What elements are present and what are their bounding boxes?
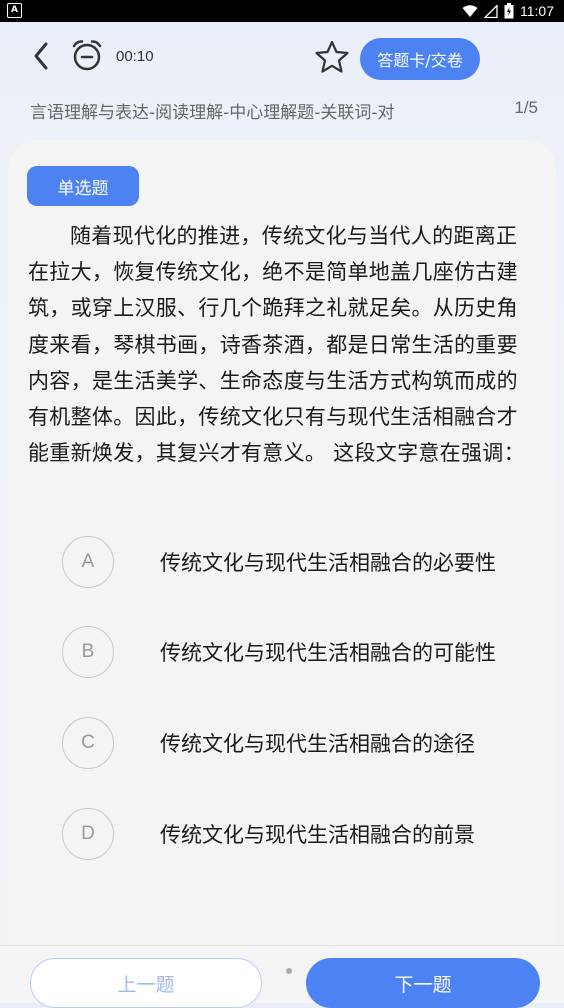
status-bar: A 11:07 <box>0 0 564 22</box>
option-b[interactable]: B 传统文化与现代生活相融合的可能性 <box>62 622 542 682</box>
page-indicator-dot <box>286 968 292 974</box>
app-notification-icon: A <box>7 3 22 18</box>
question-card: 单选题 随着现代化的推进，传统文化与当代人的距离正在拉大，恢复传统文化，绝不是简… <box>8 140 556 945</box>
back-button[interactable] <box>26 36 60 76</box>
option-letter: A <box>62 536 114 588</box>
status-icons: 11:07 <box>462 0 554 22</box>
question-category: 言语理解与表达-阅读理解-中心理解题-关联词-对 <box>30 103 395 123</box>
option-d[interactable]: D 传统文化与现代生活相融合的前景 <box>62 804 542 864</box>
option-text: 传统文化与现代生活相融合的必要性 <box>160 551 496 575</box>
star-icon <box>315 40 349 73</box>
option-text: 传统文化与现代生活相融合的前景 <box>160 823 475 847</box>
option-text: 传统文化与现代生活相融合的可能性 <box>160 641 496 665</box>
option-text: 传统文化与现代生活相融合的途径 <box>160 732 475 756</box>
alarm-clock-icon[interactable] <box>70 38 104 72</box>
favorite-button[interactable] <box>314 40 350 74</box>
navigation-footer: 上一题 下一题 <box>0 945 564 1008</box>
next-question-button[interactable]: 下一题 <box>306 958 540 1008</box>
question-progress: 1/5 <box>514 98 538 117</box>
chevron-left-icon <box>34 42 48 70</box>
question-stem: 随着现代化的推进，传统文化与当代人的距离正在拉大，恢复传统文化，绝不是简单地盖几… <box>28 224 525 466</box>
option-a[interactable]: A 传统文化与现代生活相融合的必要性 <box>62 532 542 592</box>
option-letter: D <box>62 808 114 860</box>
option-c[interactable]: C 传统文化与现代生活相融合的途径 <box>62 713 542 773</box>
question-info-bar: 言语理解与表达-阅读理解-中心理解题-关联词-对 1/5 <box>0 94 564 128</box>
answer-card-submit-button[interactable]: 答题卡/交卷 <box>360 38 480 80</box>
clock-time: 11:07 <box>520 3 554 19</box>
option-letter: B <box>62 626 114 678</box>
previous-question-button[interactable]: 上一题 <box>30 958 262 1008</box>
question-header: 00:10 答题卡/交卷 <box>0 22 564 94</box>
question-type-badge: 单选题 <box>27 166 139 206</box>
battery-icon <box>504 3 514 19</box>
option-letter: C <box>62 717 114 769</box>
wifi-icon <box>462 4 478 17</box>
timer-display: 00:10 <box>116 48 154 65</box>
signal-icon <box>484 4 498 18</box>
